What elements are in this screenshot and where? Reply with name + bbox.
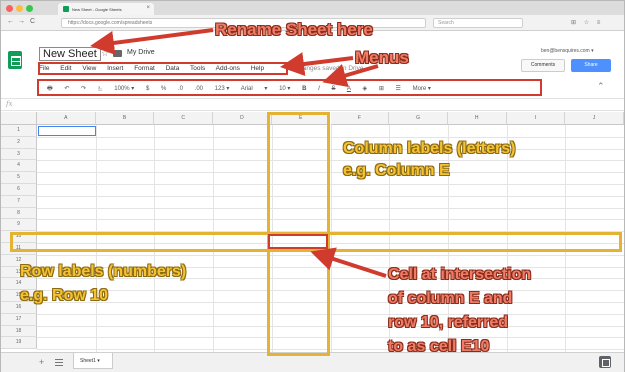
maximize-window-button[interactable] (26, 5, 33, 12)
sheets-favicon-icon (63, 6, 69, 12)
browser-tab-title: New Sheet - Google Sheets (72, 7, 122, 12)
cell-e10-highlight-box (268, 234, 328, 249)
menus-annotation: Menus (355, 48, 409, 67)
cell-annotation-line-4: to as cell E10 (388, 338, 490, 355)
grid-row-line (37, 148, 624, 150)
cell-annotation-line-1: Cell at intersection (388, 266, 532, 283)
grid-row-line (37, 349, 624, 351)
grid-row-line (37, 184, 624, 185)
cell-annotation-line-2: of column E and (388, 290, 513, 307)
column-labels-annotation: Column labels (letters) e.g. Column E (343, 138, 515, 182)
row-labels-annotation: Row labels (numbers) e.g. Row 10 (20, 260, 186, 308)
column-header-b[interactable]: B (95, 112, 155, 125)
sheets-logo-icon[interactable] (8, 51, 22, 69)
all-sheets-icon[interactable] (55, 358, 63, 366)
formula-bar[interactable]: fx (1, 98, 624, 111)
row-header-2[interactable]: 2 (1, 136, 37, 149)
drive-folder-label[interactable]: My Drive (127, 49, 155, 56)
rename-sheet-annotation: Rename Sheet here (215, 20, 373, 39)
column-header-g[interactable]: G (389, 112, 448, 125)
reload-icon[interactable]: C (30, 18, 35, 25)
grid-row-line (37, 313, 624, 315)
share-button[interactable]: Share (571, 59, 611, 72)
account-email[interactable]: ben@bensquires.com ▾ (541, 48, 594, 54)
sheet-tab[interactable]: Sheet1 ▾ (73, 353, 113, 369)
row-header-18[interactable]: 18 (1, 325, 37, 338)
star-icon[interactable]: ☆ (101, 48, 109, 59)
grid-row-line (37, 207, 624, 209)
comments-button[interactable]: Comments (521, 59, 565, 72)
row-header-4[interactable]: 4 (1, 160, 37, 173)
column-annotation-line-1: Column labels (letters) (343, 140, 516, 157)
row-header-8[interactable]: 8 (1, 207, 37, 220)
column-header-c[interactable]: C (154, 112, 214, 125)
minimize-window-button[interactable] (16, 5, 23, 12)
last-edit-status[interactable]: All changes saved in Drive (287, 65, 364, 72)
column-header-f[interactable]: F (330, 112, 390, 125)
collapse-header-icon[interactable]: ⌃ (597, 81, 605, 92)
browser-search-input[interactable]: Search (433, 18, 523, 28)
fx-icon: fx (6, 100, 13, 108)
column-header-a[interactable]: A (37, 112, 96, 125)
grid-row-line (37, 325, 624, 327)
column-header-i[interactable]: I (506, 112, 566, 125)
document-title-input[interactable]: New Sheet (39, 47, 101, 61)
explore-icon[interactable] (599, 356, 611, 368)
grid-row-line (37, 195, 624, 197)
menubar-highlight-box (38, 62, 288, 75)
grid-row-line (37, 160, 624, 162)
row-header-1[interactable]: 1 (1, 125, 37, 137)
grid-row-line (37, 172, 624, 174)
browser-tab[interactable]: New Sheet - Google Sheets × (58, 3, 154, 15)
back-arrow-icon[interactable]: ← (7, 18, 14, 25)
close-window-button[interactable] (6, 5, 13, 12)
cell-intersection-annotation: Cell at intersection of column E and row… (388, 263, 531, 359)
row-annotation-line-2: e.g. Row 10 (20, 287, 109, 304)
grid-row-line (37, 136, 624, 138)
select-all-corner[interactable] (1, 112, 37, 125)
row-header-6[interactable]: 6 (1, 184, 37, 196)
folder-icon[interactable] (113, 50, 122, 57)
grid-row-line (37, 219, 624, 221)
add-sheet-icon[interactable]: + (39, 357, 44, 367)
column-annotation-line-2: e.g. Column E (343, 162, 450, 179)
grid-row-line (37, 254, 624, 256)
row-annotation-line-1: Row labels (numbers) (20, 263, 187, 280)
row-header-17[interactable]: 17 (1, 313, 37, 326)
row-header-7[interactable]: 7 (1, 195, 37, 208)
column-header-j[interactable]: J (565, 112, 624, 125)
forward-arrow-icon[interactable]: → (18, 18, 25, 25)
toolbar-highlight-box (37, 79, 542, 96)
browser-titlebar: New Sheet - Google Sheets × (1, 1, 624, 15)
column-header-d[interactable]: D (213, 112, 272, 125)
selected-cell-a1[interactable] (38, 126, 96, 136)
browser-extension-icons[interactable]: ⊞ ☆ ≡ (571, 19, 603, 26)
column-header-h[interactable]: H (447, 112, 507, 125)
cell-annotation-line-3: row 10, referred (388, 314, 509, 331)
row-header-9[interactable]: 9 (1, 219, 37, 232)
row-header-19[interactable]: 19 (1, 337, 37, 350)
grid-row-line (37, 337, 624, 339)
row-header-3[interactable]: 3 (1, 148, 37, 161)
tab-close-icon[interactable]: × (146, 5, 150, 11)
row-header-5[interactable]: 5 (1, 172, 37, 184)
